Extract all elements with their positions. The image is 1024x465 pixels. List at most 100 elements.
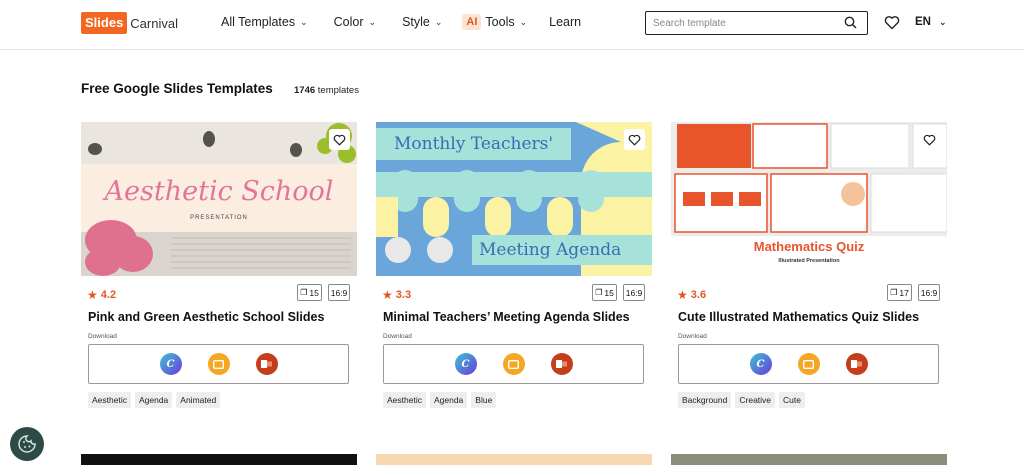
card-title[interactable]: Minimal Teachers’ Meeting Agenda Slides: [383, 310, 630, 324]
powerpoint-icon[interactable]: [550, 353, 573, 375]
aspect-ratio: 16:9: [918, 284, 940, 301]
slides-icon: ❐: [300, 288, 308, 297]
ai-badge: AI: [462, 14, 482, 30]
powerpoint-icon[interactable]: [255, 353, 278, 375]
thumbnail-subtitle: Illustrated Presentation: [778, 258, 840, 264]
chevron-down-icon: ⌄: [519, 16, 528, 27]
tag[interactable]: Aesthetic: [383, 392, 426, 408]
chevron-down-icon: ⌄: [434, 16, 443, 27]
nav-learn[interactable]: Learn: [549, 15, 581, 29]
favorite-button[interactable]: [329, 129, 350, 150]
tag[interactable]: Agenda: [134, 392, 173, 408]
google-slides-icon[interactable]: [207, 353, 230, 375]
favorite-button[interactable]: [624, 129, 645, 150]
cookie-settings-button[interactable]: [10, 427, 44, 461]
cookie-icon: [18, 435, 36, 453]
tag[interactable]: Aesthetic: [88, 392, 131, 408]
language-label: EN: [915, 16, 931, 28]
nav-color[interactable]: Color ⌄: [334, 15, 376, 29]
template-count: 1746 templates: [294, 85, 359, 96]
rating: ★ 3.3: [382, 288, 411, 302]
count-label: templates: [317, 85, 359, 96]
template-thumbnail-next[interactable]: [671, 454, 947, 465]
nav-label: Color: [333, 15, 364, 29]
nav-label: Tools: [485, 15, 515, 29]
canva-icon[interactable]: C: [454, 353, 477, 375]
nav-label: Style: [402, 15, 430, 29]
aspect-ratio: 16:9: [328, 284, 350, 301]
logo[interactable]: Slides Carnival: [81, 12, 178, 34]
download-box: C: [383, 344, 644, 384]
thumbnail-title: Mathematics Quiz: [753, 239, 865, 254]
slides-icon: ❐: [890, 288, 898, 297]
logo-box: Slides: [81, 12, 128, 34]
star-icon: ★: [382, 288, 393, 302]
search-bar: [645, 11, 868, 35]
chevron-down-icon: ⌄: [300, 16, 308, 27]
tag[interactable]: Cute: [779, 392, 805, 408]
nav-label: Learn: [549, 15, 582, 29]
thumbnail-title: Monthly Teachers': [394, 134, 554, 154]
tag[interactable]: Agenda: [429, 392, 468, 408]
card-title[interactable]: Pink and Green Aesthetic School Slides: [88, 310, 324, 324]
template-card[interactable]: Aesthetic School PRESENTATION ★ 4.2 ❐ 15…: [81, 122, 357, 408]
template-thumbnail[interactable]: Aesthetic School PRESENTATION: [81, 122, 357, 276]
nav-label: All Templates: [221, 15, 296, 29]
nav-style[interactable]: Style ⌄: [402, 15, 442, 29]
download-box: C: [88, 344, 349, 384]
download-label: Download: [88, 333, 117, 340]
rating-value: 3.3: [395, 289, 412, 301]
rating-value: 4.2: [100, 289, 117, 301]
heart-icon: [333, 134, 346, 146]
thumbnail-subtitle: PRESENTATION: [190, 215, 248, 221]
canva-icon[interactable]: C: [159, 353, 182, 375]
template-thumbnail[interactable]: Mathematics Quiz Illustrated Presentatio…: [671, 122, 947, 276]
language-selector[interactable]: EN ⌄: [915, 16, 947, 28]
tag[interactable]: Background: [678, 392, 732, 408]
google-slides-icon[interactable]: [502, 353, 525, 375]
nav-ai-tools[interactable]: AI Tools ⌄: [462, 14, 527, 30]
star-icon: ★: [87, 288, 98, 302]
thumbnail-title: Aesthetic School: [104, 176, 334, 207]
count-number: 1746: [294, 85, 316, 96]
heart-icon[interactable]: [884, 15, 900, 35]
search-icon[interactable]: [844, 16, 857, 34]
chevron-down-icon: ⌄: [938, 16, 947, 27]
tag[interactable]: Blue: [471, 392, 497, 408]
thumbnail-subtitle: Meeting Agenda: [479, 240, 622, 260]
template-thumbnail-next[interactable]: [81, 454, 357, 465]
site-header: Slides Carnival All Templates ⌄ Color ⌄ …: [0, 0, 1024, 50]
powerpoint-icon[interactable]: [845, 353, 868, 375]
slides-value: 15: [604, 287, 614, 298]
tag[interactable]: Creative: [735, 392, 776, 408]
slides-count: ❐ 15: [592, 284, 617, 301]
heart-icon: [923, 134, 936, 146]
card-title[interactable]: Cute Illustrated Mathematics Quiz Slides: [678, 310, 919, 324]
canva-icon[interactable]: C: [749, 353, 772, 375]
tag-list: Aesthetic Agenda Animated: [88, 392, 221, 408]
rating: ★ 4.2: [87, 288, 116, 302]
slides-count: ❐ 17: [887, 284, 912, 301]
download-box: C: [678, 344, 939, 384]
template-card[interactable]: Mathematics Quiz Illustrated Presentatio…: [671, 122, 947, 408]
slides-value: 17: [899, 287, 909, 298]
search-input[interactable]: [646, 17, 836, 29]
template-thumbnail-next[interactable]: [376, 454, 652, 465]
download-label: Download: [383, 333, 412, 340]
template-thumbnail[interactable]: Monthly Teachers' Meeting Agenda: [376, 122, 652, 276]
star-icon: ★: [677, 288, 688, 302]
favorite-button[interactable]: [919, 129, 940, 150]
google-slides-icon[interactable]: [797, 353, 820, 375]
tag[interactable]: Animated: [176, 392, 221, 408]
tag-list: Background Creative Cute: [678, 392, 805, 408]
logo-text: Carnival: [130, 15, 178, 31]
template-card[interactable]: Monthly Teachers' Meeting Agenda ★ 3.3 ❐…: [376, 122, 652, 408]
page-title: Free Google Slides Templates: [81, 81, 273, 96]
heart-icon: [628, 134, 641, 146]
chevron-down-icon: ⌄: [368, 16, 377, 27]
rating: ★ 3.6: [677, 288, 706, 302]
slides-icon: ❐: [595, 288, 603, 297]
main-nav: All Templates ⌄ Color ⌄ Style ⌄ AI Tools…: [221, 14, 581, 30]
rating-value: 3.6: [690, 289, 707, 301]
nav-all-templates[interactable]: All Templates ⌄: [221, 15, 308, 29]
